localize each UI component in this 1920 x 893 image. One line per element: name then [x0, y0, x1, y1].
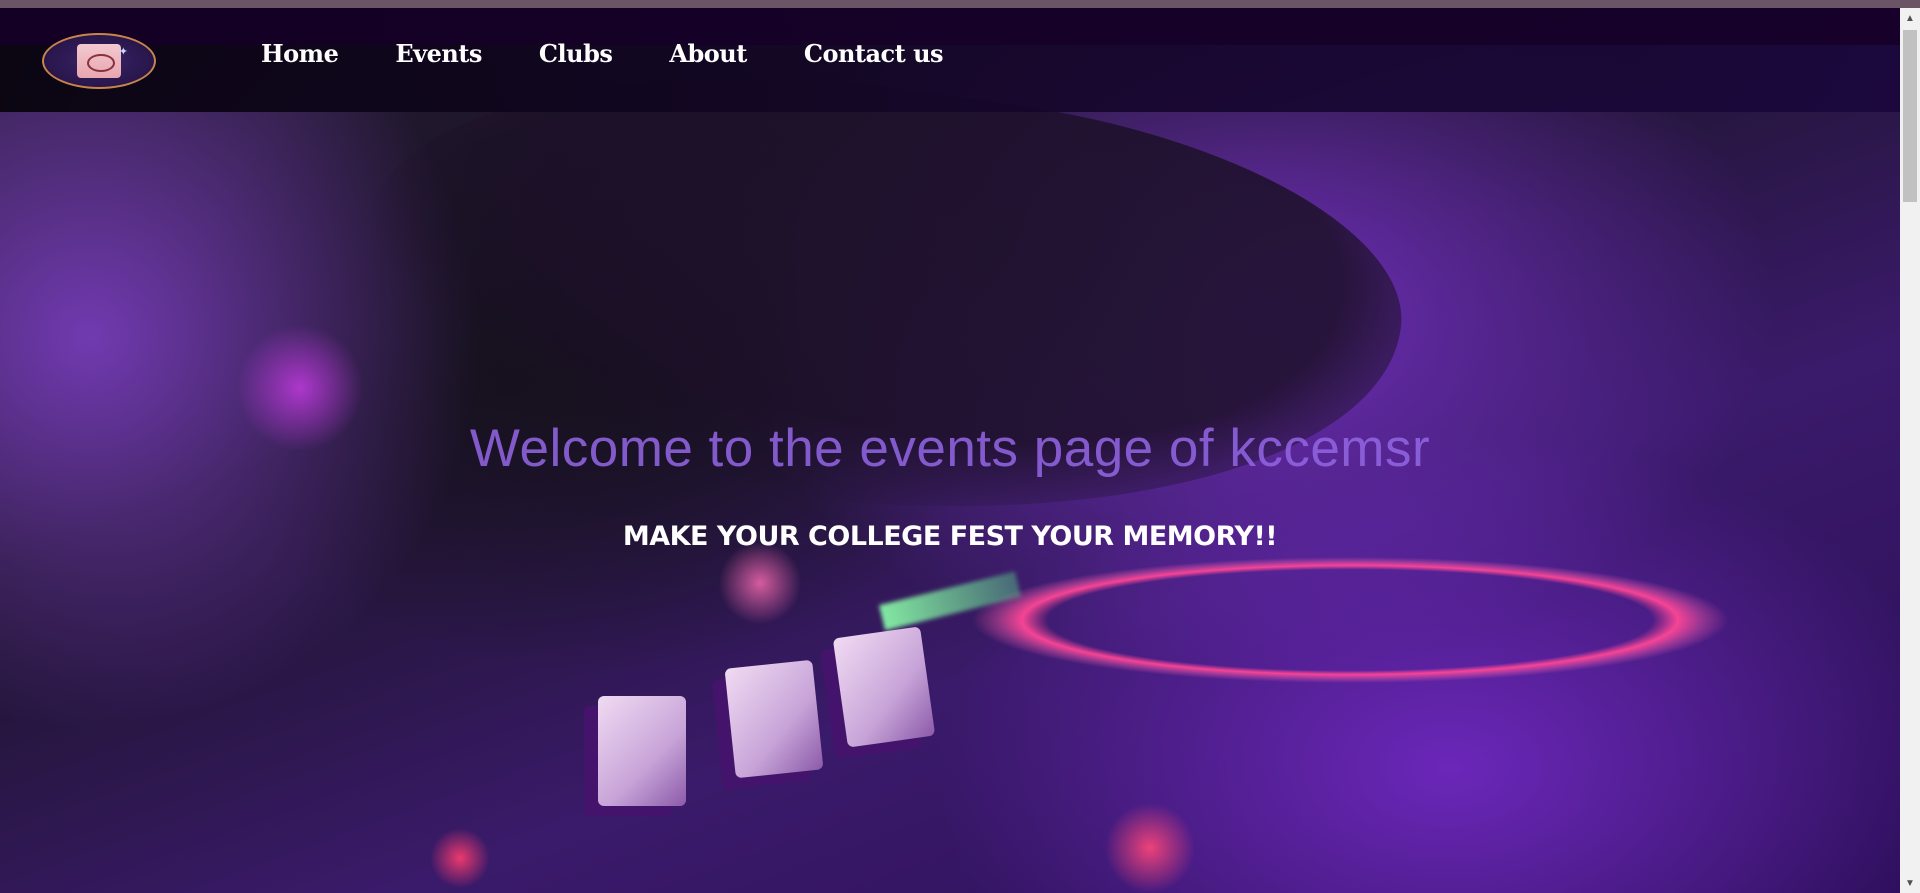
scrollbar-thumb[interactable]	[1903, 30, 1917, 202]
nav-menu: Home Events Clubs About Contact us	[261, 42, 1000, 66]
nav-link-events[interactable]: Events	[395, 42, 482, 66]
vertical-scrollbar[interactable]: ▲ ▼	[1900, 8, 1920, 893]
page: ✦ Home Events Clubs About Contact us Wel…	[0, 8, 1900, 893]
hero-fader-knob	[724, 659, 824, 779]
nav-link-contact[interactable]: Contact us	[804, 42, 944, 66]
nav-link-clubs[interactable]: Clubs	[539, 42, 613, 66]
hero-fader-knob	[598, 696, 686, 806]
nav-link-home[interactable]: Home	[261, 42, 339, 66]
scroll-down-arrow-icon[interactable]: ▼	[1900, 873, 1920, 893]
hero-headline: Welcome to the events page of kccemsr	[469, 419, 1431, 478]
star-icon: ✦	[118, 46, 128, 58]
nav-link-about[interactable]: About	[669, 42, 747, 66]
top-navbar: ✦ Home Events Clubs About Contact us	[0, 8, 1900, 112]
hero-fader-knob	[832, 626, 936, 748]
college-logo[interactable]: ✦	[42, 33, 156, 89]
crest-icon	[77, 44, 121, 78]
hero-green-glow	[878, 571, 1022, 631]
scroll-up-arrow-icon[interactable]: ▲	[1900, 8, 1920, 28]
hero-subheadline: MAKE YOUR COLLEGE FEST YOUR MEMORY!!	[622, 521, 1278, 552]
browser-top-strip	[0, 0, 1920, 8]
crest-ring	[87, 54, 115, 72]
